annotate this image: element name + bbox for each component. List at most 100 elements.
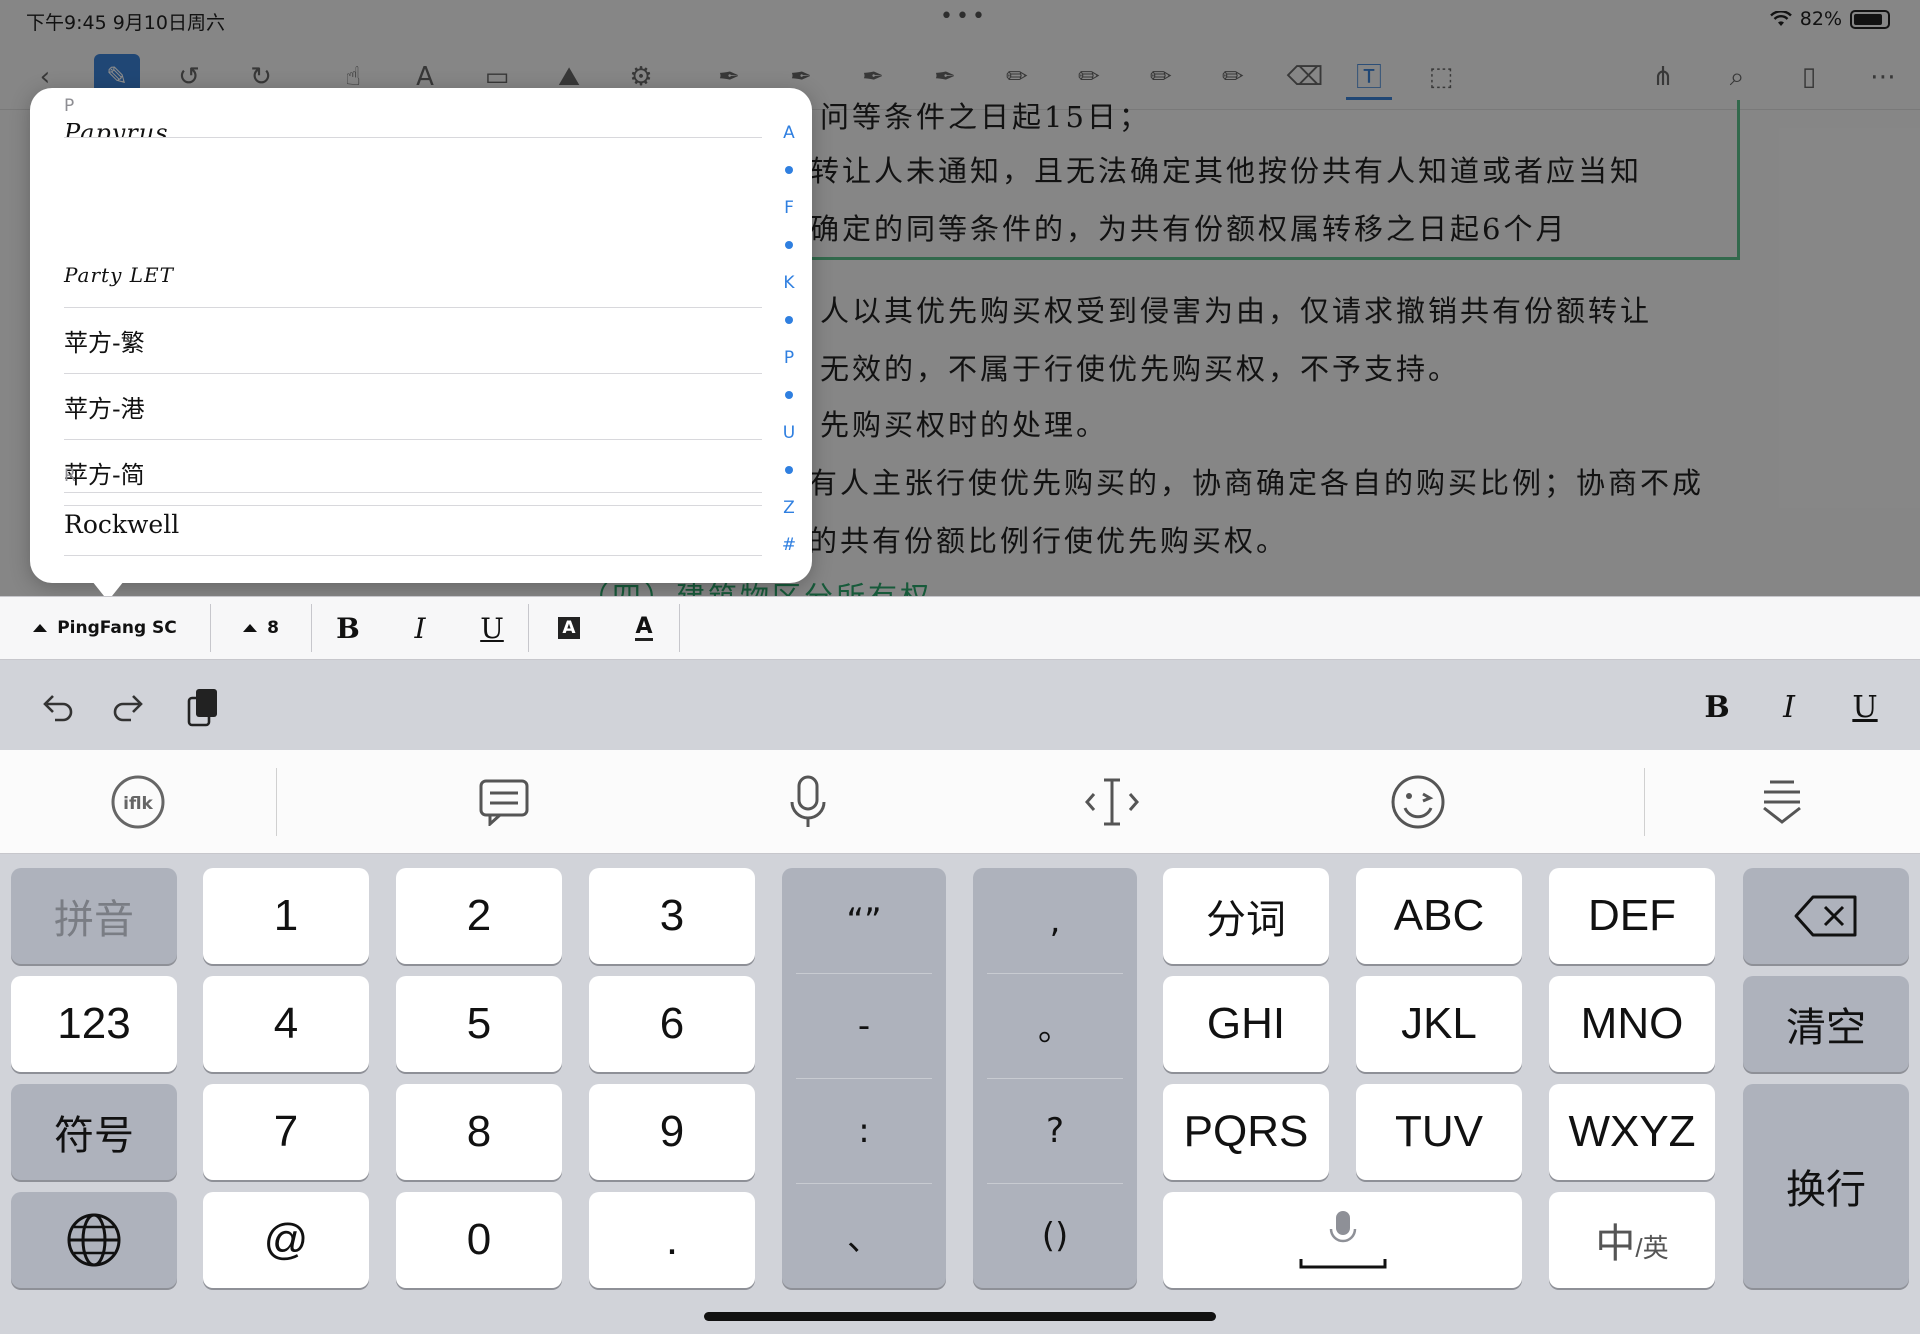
delete-key[interactable] [1743,868,1909,964]
tuv-key[interactable]: TUV [1356,1084,1522,1180]
index-dot[interactable] [785,227,793,265]
def-key[interactable]: DEF [1549,868,1715,964]
redo-icon[interactable] [104,682,154,732]
digit-key-4[interactable]: 4 [203,976,369,1072]
digit-key-5[interactable]: 5 [396,976,562,1072]
keyboard-shortcut-bar: B I U [0,660,1920,750]
font-name: 苹方-港 [64,395,145,423]
index-dot[interactable] [785,377,793,415]
undo-icon[interactable] [32,682,82,732]
jkl-key[interactable]: JKL [1356,976,1522,1072]
digit-key-7[interactable]: 7 [203,1084,369,1180]
hyphen-key[interactable]: - [782,973,946,1078]
index-letter[interactable]: K [783,264,794,302]
chinese-english-toggle-key[interactable]: 中/英 [1549,1192,1715,1288]
backspace-icon [1794,895,1857,937]
underline-button[interactable]: U [1840,682,1890,732]
caret-up-icon [33,624,48,632]
index-letter[interactable]: F [784,189,794,227]
full-stop-key[interactable]: 。 [973,973,1137,1078]
underline-button[interactable]: U [456,603,528,653]
digit-key-8[interactable]: 8 [396,1084,562,1180]
font-name: Papyrus [64,119,169,138]
divider [276,768,277,836]
at-key[interactable]: @ [203,1192,369,1288]
divider [1644,768,1645,836]
font-picker-popover: P Papyrus Party LET 苹方-繁 苹方-港 苹方-简 R Roc… [30,88,812,583]
microphone-icon[interactable] [778,772,838,832]
globe-key[interactable] [11,1192,177,1288]
chinese-label: 中 [1595,1222,1636,1266]
digit-key-2[interactable]: 2 [396,868,562,964]
ghi-key[interactable]: GHI [1163,976,1329,1072]
caret-up-icon [243,624,258,632]
highlight-icon: A [558,617,580,639]
colon-key[interactable]: : [782,1078,946,1183]
font-row-papyrus[interactable]: Papyrus [64,100,762,138]
question-key[interactable]: ? [973,1078,1137,1183]
text-color-icon: A [635,613,653,641]
digit-key-6[interactable]: 6 [589,976,755,1072]
quotes-key[interactable]: “” [782,868,946,973]
symbols-key[interactable]: 符号 [11,1084,177,1180]
index-dot[interactable] [785,152,793,190]
numbers-key[interactable]: 123 [11,976,177,1072]
bold-button[interactable]: B [1692,682,1742,732]
segment-key[interactable]: 分词 [1163,868,1329,964]
font-row-pingfang-tc[interactable]: 苹方-繁 [64,308,762,374]
comment-icon[interactable] [474,772,534,832]
index-letter[interactable]: P [784,339,794,377]
index-letter[interactable]: # [782,527,796,565]
t9-keyboard: 拼音 123 符号 1 2 3 4 5 6 7 8 9 @ 0 . “” - :… [0,854,1920,1334]
divider [679,604,680,652]
italic-button[interactable]: I [1764,682,1814,732]
digit-key-1[interactable]: 1 [203,868,369,964]
cursor-move-icon[interactable] [1082,772,1142,832]
paste-icon[interactable] [178,682,228,732]
italic-button[interactable]: I [384,603,456,653]
section-header-r: R [64,466,76,486]
font-name-button[interactable]: PingFang SC [0,603,210,653]
iflytek-logo-icon[interactable]: iflk [108,772,168,832]
punctuation-column-2: , 。 ? () [973,868,1137,1288]
space-mic-icon [1299,1211,1386,1269]
font-row-party-let[interactable]: Party LET [64,242,762,308]
index-letter[interactable]: Z [783,489,795,527]
font-row-pingfang-hk[interactable]: 苹方-港 [64,374,762,440]
space-key[interactable] [1163,1192,1522,1288]
ime-toolbar: iflk [0,750,1920,854]
mno-key[interactable]: MNO [1549,976,1715,1072]
wxyz-key[interactable]: WXYZ [1549,1084,1715,1180]
hide-keyboard-icon[interactable] [1752,772,1812,832]
font-size-button[interactable]: 8 [211,603,311,653]
svg-text:iflk: iflk [123,794,153,814]
font-name-label: PingFang SC [57,618,177,638]
digit-key-9[interactable]: 9 [589,1084,755,1180]
pqrs-key[interactable]: PQRS [1163,1084,1329,1180]
index-letter[interactable]: U [783,414,795,452]
pinyin-key[interactable]: 拼音 [11,868,177,964]
home-indicator[interactable] [704,1312,1216,1321]
parentheses-key[interactable]: () [973,1183,1137,1288]
clear-key[interactable]: 清空 [1743,976,1909,1072]
index-dot[interactable] [785,302,793,340]
punctuation-column-1: “” - : 、 [782,868,946,1288]
bold-button[interactable]: B [312,603,384,653]
digit-key-3[interactable]: 3 [589,868,755,964]
abc-key[interactable]: ABC [1356,868,1522,964]
enumeration-comma-key[interactable]: 、 [782,1183,946,1288]
highlight-color-button[interactable]: A [529,603,609,653]
font-name: Rockwell [64,509,180,539]
comma-key[interactable]: , [973,868,1137,973]
text-color-button[interactable]: A [609,603,679,653]
index-dot[interactable] [785,452,793,490]
emoji-icon[interactable] [1388,772,1448,832]
period-key[interactable]: . [589,1192,755,1288]
index-letter[interactable]: A [783,114,795,152]
font-name: 苹方-繁 [64,329,145,357]
globe-icon [67,1213,121,1267]
font-row-rockwell[interactable]: Rockwell [64,492,762,556]
alphabet-index[interactable]: A F K P U Z # [774,114,804,564]
digit-key-0[interactable]: 0 [396,1192,562,1288]
enter-key[interactable]: 换行 [1743,1084,1909,1288]
